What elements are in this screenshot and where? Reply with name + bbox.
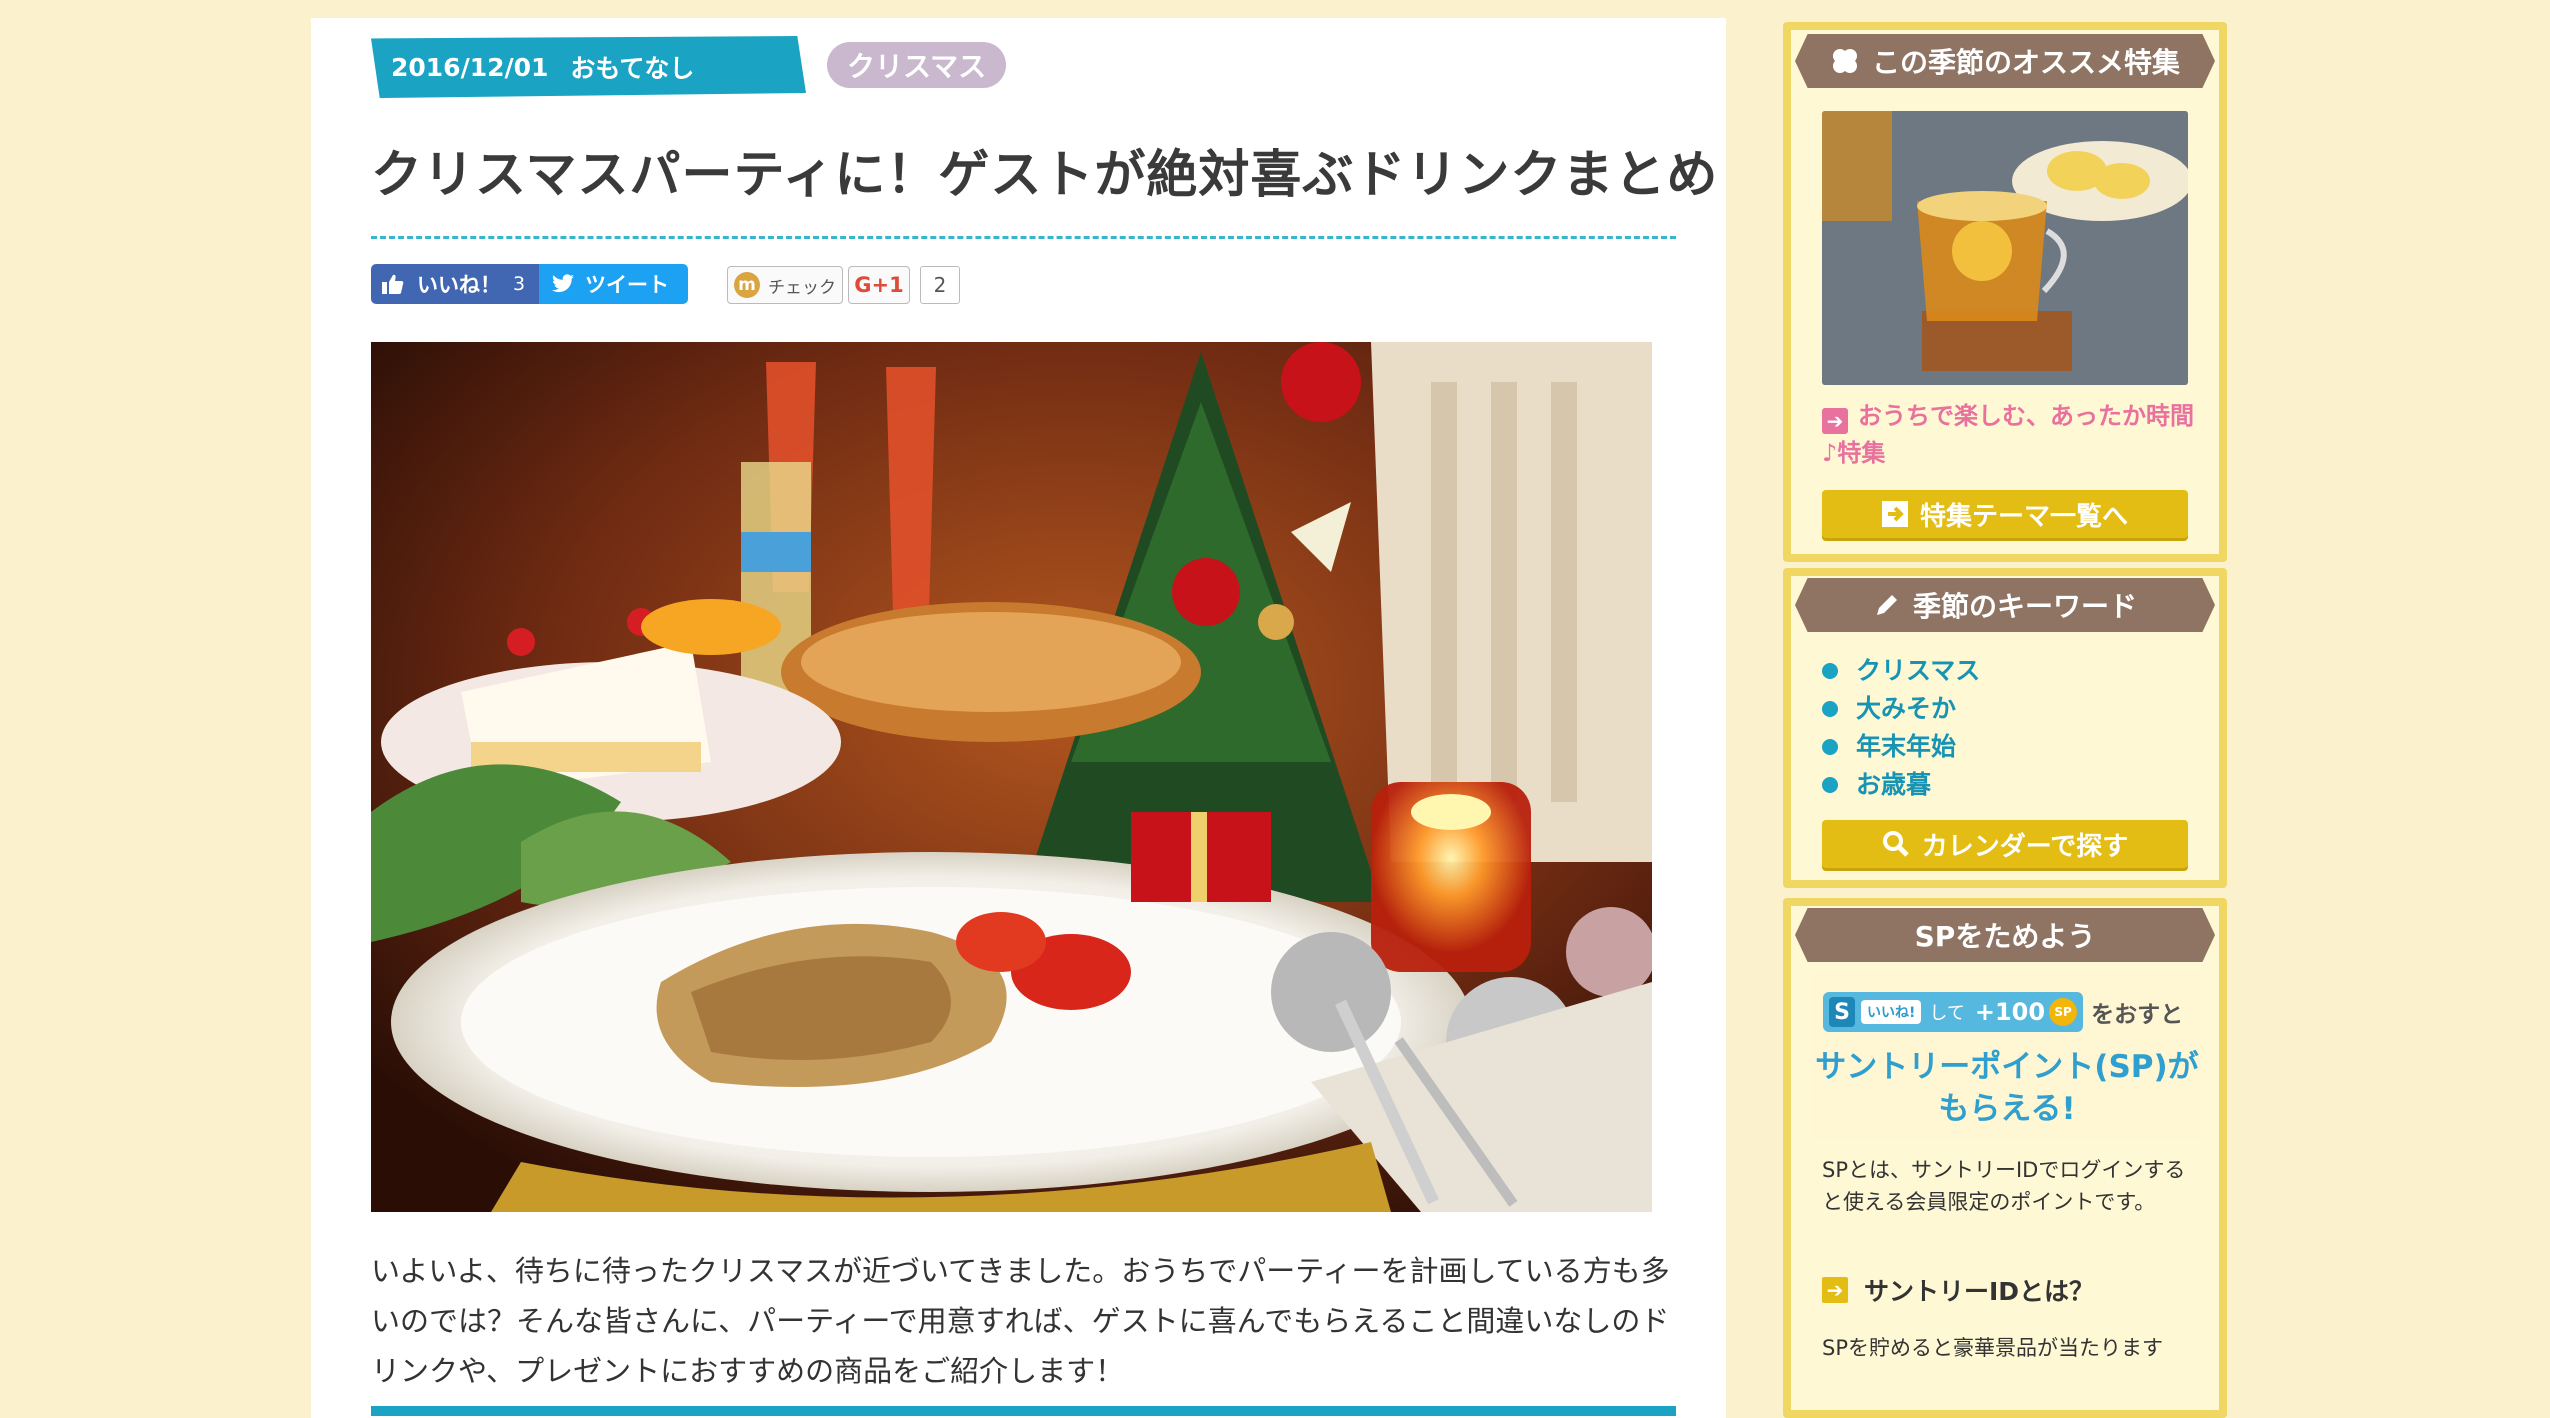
keyword-list: クリスマス 大みそか 年末年始 お歳暮: [1822, 652, 1980, 804]
tweet-button[interactable]: ツイート: [539, 264, 688, 304]
hero-image: [371, 342, 1652, 1212]
keyword-item[interactable]: 年末年始: [1822, 728, 1980, 766]
christmas-table-photo: [371, 342, 1652, 1212]
bullet-icon: [1822, 663, 1838, 679]
keyword-label: お歳暮: [1856, 770, 1932, 799]
facebook-like-button[interactable]: いいね！ 3: [371, 264, 539, 304]
sp-like-text: いいね!: [1861, 1000, 1922, 1024]
sp-points: +100: [1974, 998, 2046, 1026]
keyword-heading-text: 季節のキーワード: [1912, 590, 2137, 623]
tweet-label: ツイート: [585, 273, 669, 297]
search-icon: [1882, 830, 1910, 858]
sp-heading: SPをためよう: [1795, 908, 2215, 962]
sp-heading-text: SPをためよう: [1914, 920, 2096, 953]
twitter-bird-icon: [552, 274, 574, 293]
sp-like-pill: S いいね! して +100 SP: [1823, 992, 2084, 1032]
sp-headline: サントリーポイント(SP)がもらえる!: [1815, 1049, 2199, 1127]
sp-coin-icon: SP: [2049, 998, 2078, 1026]
sp-promo: S いいね! して +100 SP をおすと サントリーポイント(SP)がもらえ…: [1813, 972, 2201, 1138]
article-category[interactable]: おもてなし: [570, 49, 694, 85]
like-label: いいね！: [417, 273, 501, 297]
calendar-search-button[interactable]: カレンダーで探す: [1822, 820, 2188, 868]
feature-list-button[interactable]: 特集テーマ一覧へ: [1822, 490, 2188, 538]
feature-image[interactable]: [1822, 111, 2188, 385]
article-intro: いよいよ、待ちに待ったクリスマスが近づいてきました。おうちでパーティーを計画して…: [371, 1254, 1670, 1388]
sp-shite-text: して: [1929, 1003, 1965, 1024]
clover-icon: [1832, 49, 1857, 73]
sp-description: SPとは、サントリーIDでログインすると使える会員限定のポイントです。: [1822, 1158, 2186, 1214]
bullet-icon: [1822, 701, 1838, 717]
title-divider: [371, 236, 1676, 239]
suntory-s-icon: S: [1829, 997, 1855, 1027]
page-title: クリスマスパーティに！ゲストが絶対喜ぶドリンクまとめ: [371, 146, 1719, 205]
arrow-right-icon: ➔: [1822, 1277, 1848, 1303]
keyword-heading: 季節のキーワード: [1795, 578, 2215, 632]
suntory-id-link-text: サントリーIDとは？: [1864, 1277, 2095, 1306]
keyword-label: 大みそか: [1856, 694, 1957, 723]
pencil-icon: [1876, 595, 1897, 615]
calendar-search-label: カレンダーで探す: [1921, 831, 2129, 862]
mixi-check-button[interactable]: m チェック: [727, 266, 843, 304]
sp-description-2: SPを貯めると豪華景品が当たります: [1822, 1336, 2163, 1360]
category-badge[interactable]: クリスマス: [827, 42, 1007, 88]
thumbs-up-icon: [382, 274, 404, 294]
mixi-icon: m: [734, 272, 760, 298]
arrow-right-icon: [1881, 501, 1908, 527]
section-heading-bar: [371, 1406, 1676, 1416]
tea-cup-photo: [1822, 111, 2188, 385]
feature-link[interactable]: ➔ おうちで楽しむ、あったか時間♪特集: [1822, 398, 2207, 472]
arrow-right-icon: ➔: [1822, 408, 1848, 434]
feature-heading-text: この季節のオススメ特集: [1871, 46, 2180, 79]
google-plus-button[interactable]: G+1: [848, 266, 910, 304]
feature-heading: この季節のオススメ特集: [1795, 34, 2215, 88]
keyword-item[interactable]: お歳暮: [1822, 766, 1980, 804]
suntory-id-link[interactable]: ➔ サントリーIDとは？: [1822, 1272, 2094, 1308]
bullet-icon: [1822, 777, 1838, 793]
keyword-label: クリスマス: [1856, 656, 1981, 685]
mixi-label: チェック: [768, 277, 836, 298]
article-date: 2016/12/01: [391, 52, 549, 82]
bullet-icon: [1822, 739, 1838, 755]
feature-link-text: おうちで楽しむ、あったか時間♪特集: [1822, 402, 2194, 467]
article-main: 2016/12/01 おもてなし クリスマス クリスマスパーティに！ゲストが絶対…: [311, 18, 1726, 1418]
like-count: 3: [513, 273, 526, 295]
feature-list-button-label: 特集テーマ一覧へ: [1919, 501, 2128, 532]
google-plus-count: 2: [920, 266, 960, 304]
keyword-item[interactable]: クリスマス: [1822, 652, 1980, 690]
keyword-label: 年末年始: [1856, 732, 1957, 761]
article-meta-tag: 2016/12/01 おもてなし: [371, 36, 806, 98]
keyword-item[interactable]: 大みそか: [1822, 690, 1980, 728]
sp-osuto-text: をおすと: [2091, 1002, 2184, 1028]
